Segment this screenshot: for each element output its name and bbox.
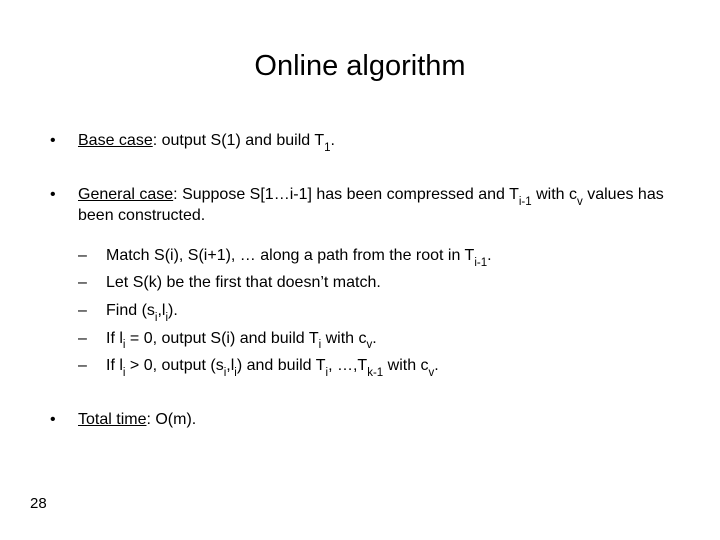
text: : O(m). [146, 411, 196, 428]
subscript: i-1 [474, 257, 487, 269]
text: ). [168, 302, 178, 319]
sub-text: Match S(i), S(i+1), … along a path from … [106, 245, 670, 267]
bullet-total-time: • Total time: O(m). [50, 409, 670, 431]
dash-mark: – [78, 355, 106, 377]
text: . [434, 357, 438, 374]
bullet-base-case: • Base case: output S(1) and build T1. [50, 130, 670, 152]
bullet-mark: • [50, 130, 78, 152]
subscript: 1 [324, 142, 330, 154]
slide-body: • Base case: output S(1) and build T1. •… [50, 130, 670, 436]
text: with c [321, 330, 366, 347]
text: = 0, output S(i) and build T [125, 330, 318, 347]
bullet-text: General case: Suppose S[1…i-1] has been … [78, 184, 670, 227]
text: with c [532, 186, 577, 203]
text: with c [383, 357, 428, 374]
dash-mark: – [78, 328, 106, 350]
text: . [372, 330, 376, 347]
text: If l [106, 357, 123, 374]
label: Base case [78, 132, 153, 149]
subscript: v [367, 339, 373, 351]
text: Match S(i), S(i+1), … along a path from … [106, 247, 474, 264]
bullet-mark: • [50, 409, 78, 431]
bullet-mark: • [50, 184, 78, 206]
dash-mark: – [78, 272, 106, 294]
slide: Online algorithm • Base case: output S(1… [0, 0, 720, 540]
dash-mark: – [78, 245, 106, 267]
text: ) and build T [237, 357, 326, 374]
sub-item-find: – Find (si,li). [50, 300, 670, 322]
subscript: i [224, 367, 227, 379]
text: Find (s [106, 302, 155, 319]
sub-item-if-zero: – If li = 0, output S(i) and build Ti wi… [50, 328, 670, 350]
subscript: k-1 [367, 367, 383, 379]
bullet-text: Base case: output S(1) and build T1. [78, 130, 670, 152]
sub-text: If li > 0, output (si,li) and build Ti, … [106, 355, 670, 377]
subscript: v [577, 196, 583, 208]
subscript: i [165, 312, 168, 324]
text: . [487, 247, 491, 264]
page-number: 28 [30, 495, 47, 512]
label: Total time [78, 411, 146, 428]
sub-text: Find (si,li). [106, 300, 670, 322]
text: : output S(1) and build T [153, 132, 324, 149]
label: General case [78, 186, 173, 203]
text: If l [106, 330, 123, 347]
sub-item-if-positive: – If li > 0, output (si,li) and build Ti… [50, 355, 670, 377]
text: : Suppose S[1…i-1] has been compressed a… [173, 186, 519, 203]
slide-title: Online algorithm [0, 50, 720, 83]
text: , …,T [328, 357, 367, 374]
dash-mark: – [78, 300, 106, 322]
subscript: v [429, 367, 435, 379]
text: . [331, 132, 335, 149]
text: Let S(k) be the first that doesn’t match… [106, 274, 381, 291]
bullet-text: Total time: O(m). [78, 409, 670, 431]
sub-text: Let S(k) be the first that doesn’t match… [106, 272, 670, 294]
bullet-general-case: • General case: Suppose S[1…i-1] has bee… [50, 184, 670, 227]
text: > 0, output (s [125, 357, 223, 374]
subscript: i [234, 367, 237, 379]
subscript: i [326, 367, 329, 379]
sub-text: If li = 0, output S(i) and build Ti with… [106, 328, 670, 350]
sub-item-let: – Let S(k) be the first that doesn’t mat… [50, 272, 670, 294]
subscript: i [319, 339, 322, 351]
subscript: i-1 [519, 196, 532, 208]
sub-item-match: – Match S(i), S(i+1), … along a path fro… [50, 245, 670, 267]
